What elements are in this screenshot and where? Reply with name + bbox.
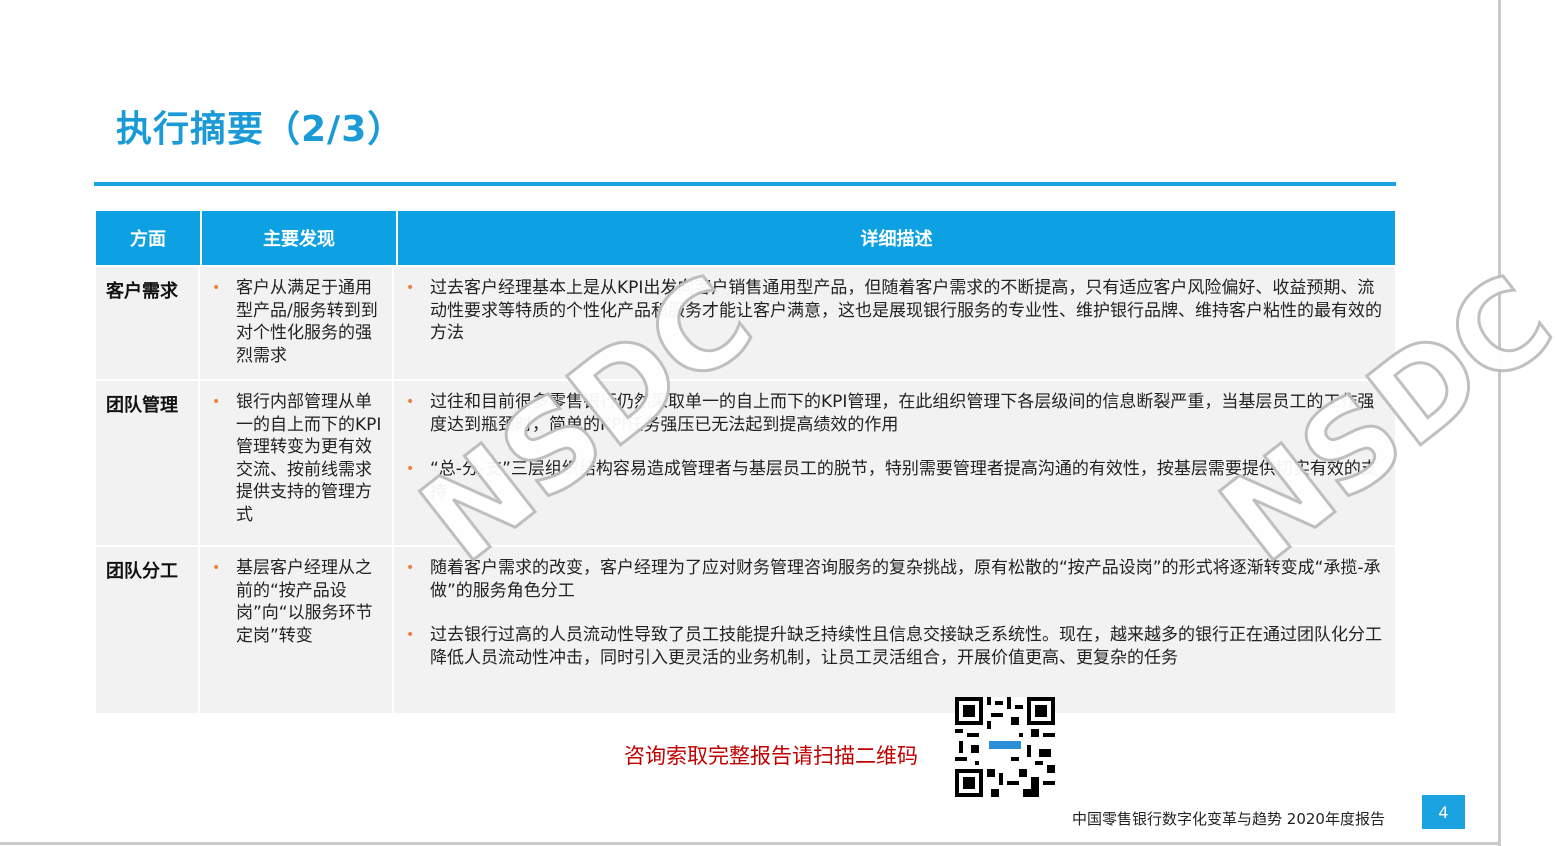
report-footer: 中国零售银行数字化变革与趋势 2020年度报告 [1072, 810, 1385, 828]
header-details: 详细描述 [860, 229, 933, 250]
row-details: • 过去客户经理基本上是从KPI出发向客户销售通用型产品，但随着客户需求的不断提… [394, 267, 1395, 379]
bullet-icon: • [406, 394, 415, 410]
summary-table: 方面 主要发现 详细描述 客户需求 • 客户从满足于通用型产品/服务转到到对个性… [96, 211, 1395, 713]
title-divider [94, 182, 1396, 186]
bullet-icon: • [212, 280, 221, 296]
bullet-icon: • [406, 627, 415, 643]
slide-border [1498, 0, 1501, 846]
qr-call-to-action: 咨询索取完整报告请扫描二维码 [624, 744, 918, 768]
page-number: 4 [1422, 795, 1465, 829]
bullet-icon: • [406, 560, 415, 576]
row-aspect: 客户需求 [96, 267, 200, 379]
slide-border [0, 842, 1501, 845]
row-finding: • 客户从满足于通用型产品/服务转到到对个性化服务的强烈需求 [200, 267, 394, 379]
table-header: 方面 主要发现 详细描述 [96, 211, 1395, 265]
header-aspect: 方面 [96, 211, 202, 265]
row-details: • 随着客户需求的改变，客户经理为了应对财务管理咨询服务的复杂挑战，原有松散的“… [394, 547, 1395, 713]
bullet-icon: • [212, 560, 221, 576]
bullet-icon: • [406, 280, 415, 296]
row-aspect: 团队分工 [96, 547, 200, 713]
table-row: 团队分工 • 基层客户经理从之前的“按产品设岗”向“以服务环节定岗”转变 • 随… [96, 545, 1395, 713]
detail-text: 过去银行过高的人员流动性导致了员工技能提升缺乏持续性且信息交接缺乏系统性。现在，… [430, 625, 1382, 668]
row-finding: • 基层客户经理从之前的“按产品设岗”向“以服务环节定岗”转变 [200, 547, 394, 713]
detail-text: 随着客户需求的改变，客户经理为了应对财务管理咨询服务的复杂挑战，原有松散的“按产… [430, 558, 1381, 601]
finding-text: 银行内部管理从单一的自上而下的KPI管理转变为更有效交流、按前线需求提供支持的管… [236, 392, 382, 525]
finding-text: 基层客户经理从之前的“按产品设岗”向“以服务环节定岗”转变 [236, 558, 373, 646]
detail-text: 过去客户经理基本上是从KPI出发向客户销售通用型产品，但随着客户需求的不断提高，… [430, 278, 1382, 343]
row-finding: • 银行内部管理从单一的自上而下的KPI管理转变为更有效交流、按前线需求提供支持… [200, 381, 394, 545]
page-title: 执行摘要（2/3） [116, 109, 405, 150]
qr-code-icon[interactable] [955, 697, 1055, 797]
row-aspect: 团队管理 [96, 381, 200, 545]
bullet-icon: • [212, 394, 221, 410]
header-finding: 主要发现 [202, 211, 398, 265]
table-row: 团队管理 • 银行内部管理从单一的自上而下的KPI管理转变为更有效交流、按前线需… [96, 379, 1395, 545]
finding-text: 客户从满足于通用型产品/服务转到到对个性化服务的强烈需求 [236, 278, 378, 366]
